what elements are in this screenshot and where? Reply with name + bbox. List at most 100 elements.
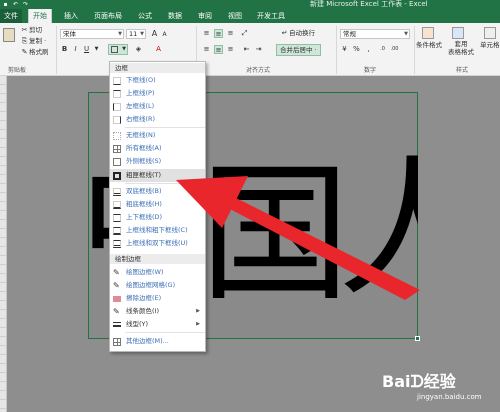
row-header[interactable] xyxy=(0,184,6,193)
tab-review[interactable]: 审阅 xyxy=(194,9,216,23)
align-right-icon[interactable]: ≡ xyxy=(226,45,235,54)
row-header[interactable] xyxy=(0,76,6,85)
menu-item-erase-border[interactable]: 擦除边框(E) xyxy=(110,292,205,305)
font-name-combo[interactable]: 宋体 ▼ xyxy=(60,29,124,39)
row-header[interactable] xyxy=(0,166,6,175)
row-header[interactable] xyxy=(0,121,6,130)
tab-page-layout[interactable]: 页面布局 xyxy=(90,9,126,23)
menu-item-draw-border[interactable]: ✎ 绘图边框(W) xyxy=(110,266,205,279)
row-header[interactable] xyxy=(0,247,6,256)
align-left-icon[interactable]: ≡ xyxy=(202,45,211,54)
row-header[interactable] xyxy=(0,391,6,400)
increase-decimal-icon[interactable]: .0 xyxy=(378,45,387,54)
row-header[interactable] xyxy=(0,301,6,310)
row-header[interactable] xyxy=(0,220,6,229)
decrease-decimal-icon[interactable]: .00 xyxy=(390,45,399,54)
menu-item-top-border[interactable]: 上框线(P) xyxy=(110,87,205,100)
row-header[interactable] xyxy=(0,283,6,292)
font-color-icon[interactable]: A xyxy=(154,45,163,54)
tab-formulas[interactable]: 公式 xyxy=(134,9,156,23)
row-header[interactable] xyxy=(0,400,6,409)
orientation-icon[interactable]: ⤢ xyxy=(240,29,249,38)
increase-indent-icon[interactable]: ⇥ xyxy=(254,45,263,54)
row-header[interactable] xyxy=(0,265,6,274)
align-bottom-icon[interactable]: ≡ xyxy=(226,29,235,38)
wrap-text-button[interactable]: 自动换行 xyxy=(289,28,315,38)
tab-file[interactable]: 文件 xyxy=(0,9,22,23)
menu-item-top-bottom-border[interactable]: 上下框线(D) xyxy=(110,211,205,224)
row-header[interactable] xyxy=(0,346,6,355)
row-header[interactable] xyxy=(0,148,6,157)
menu-item-more-borders[interactable]: 其他边框(M)... xyxy=(110,335,205,348)
row-header[interactable] xyxy=(0,139,6,148)
row-header[interactable] xyxy=(0,310,6,319)
tab-data[interactable]: 数据 xyxy=(164,9,186,23)
row-header[interactable] xyxy=(0,103,6,112)
underline-button[interactable]: U xyxy=(82,45,91,54)
menu-item-outside-borders[interactable]: 外侧框线(S) xyxy=(110,155,205,168)
copy-button[interactable]: 复制 · xyxy=(29,36,46,46)
redo-icon[interactable]: ↷ xyxy=(22,1,29,8)
row-header[interactable] xyxy=(0,112,6,121)
cell-styles-button[interactable]: 单元格 xyxy=(480,40,500,50)
row-header[interactable] xyxy=(0,85,6,94)
row-header[interactable] xyxy=(0,373,6,382)
table-format-button[interactable]: 套用 表格格式 xyxy=(448,40,474,56)
percent-button[interactable]: % xyxy=(352,45,361,54)
tab-developer[interactable]: 开发工具 xyxy=(254,9,288,23)
merge-center-button[interactable]: 合并后居中 · xyxy=(276,44,321,56)
tab-home[interactable]: 开始 xyxy=(28,9,52,23)
chevron-down-icon[interactable]: ▼ xyxy=(92,45,101,54)
align-top-icon[interactable]: ≡ xyxy=(202,29,211,38)
row-header[interactable] xyxy=(0,157,6,166)
row-header[interactable] xyxy=(0,238,6,247)
format-painter-button[interactable]: 格式刷 xyxy=(29,47,49,57)
menu-item-thick-bottom-border[interactable]: 粗底框线(H) xyxy=(110,198,205,211)
row-header[interactable] xyxy=(0,355,6,364)
paste-button[interactable] xyxy=(1,26,21,42)
menu-item-line-style[interactable]: 线型(Y) ▶ xyxy=(110,318,205,331)
borders-button[interactable]: ▼ xyxy=(108,44,128,55)
row-header[interactable] xyxy=(0,328,6,337)
row-header[interactable] xyxy=(0,193,6,202)
menu-item-left-border[interactable]: 左框线(L) xyxy=(110,100,205,113)
align-middle-icon[interactable]: ≡ xyxy=(214,29,223,38)
menu-item-bottom-border[interactable]: 下框线(O) xyxy=(110,74,205,87)
italic-button[interactable]: I xyxy=(71,45,80,54)
cut-button[interactable]: 剪切 xyxy=(29,25,42,35)
grow-font-icon[interactable]: A xyxy=(150,29,159,38)
row-header[interactable] xyxy=(0,94,6,103)
row-header[interactable] xyxy=(0,364,6,373)
row-header[interactable] xyxy=(0,175,6,184)
menu-item-no-border[interactable]: 无框线(N) xyxy=(110,129,205,142)
menu-item-line-color[interactable]: ✎ 线条颜色(I) ▶ xyxy=(110,305,205,318)
currency-icon[interactable]: ¥ xyxy=(340,45,349,54)
row-header[interactable] xyxy=(0,202,6,211)
menu-item-thick-box-border[interactable]: 粗匣框线(T) xyxy=(110,169,205,182)
row-header[interactable] xyxy=(0,229,6,238)
fill-handle[interactable] xyxy=(415,336,420,341)
row-header[interactable] xyxy=(0,211,6,220)
tab-insert[interactable]: 插入 xyxy=(58,9,84,23)
font-size-combo[interactable]: 11 ▼ xyxy=(126,29,146,39)
row-header[interactable] xyxy=(0,256,6,265)
menu-item-draw-border-grid[interactable]: ✎ 绘图边框网格(G) xyxy=(110,279,205,292)
save-icon[interactable]: ▪ xyxy=(2,1,9,8)
row-header[interactable] xyxy=(0,292,6,301)
comma-button[interactable]: , xyxy=(364,45,373,54)
row-header[interactable] xyxy=(0,337,6,346)
menu-item-top-double-bottom-border[interactable]: 上框线和双下框线(U) xyxy=(110,237,205,250)
menu-item-top-thick-bottom-border[interactable]: 上框线和粗下框线(C) xyxy=(110,224,205,237)
shrink-font-icon[interactable]: A xyxy=(160,30,169,39)
align-center-icon[interactable]: ≡ xyxy=(214,45,223,54)
number-format-combo[interactable]: 常规 ▼ xyxy=(340,29,410,39)
bold-button[interactable]: B xyxy=(60,45,69,54)
decrease-indent-icon[interactable]: ⇤ xyxy=(242,45,251,54)
row-header[interactable] xyxy=(0,319,6,328)
menu-item-right-border[interactable]: 右框线(R) xyxy=(110,113,205,126)
conditional-format-button[interactable]: 条件格式 xyxy=(416,40,442,50)
row-header[interactable] xyxy=(0,130,6,139)
row-header[interactable] xyxy=(0,274,6,283)
tab-view[interactable]: 视图 xyxy=(224,9,246,23)
row-header[interactable] xyxy=(0,382,6,391)
